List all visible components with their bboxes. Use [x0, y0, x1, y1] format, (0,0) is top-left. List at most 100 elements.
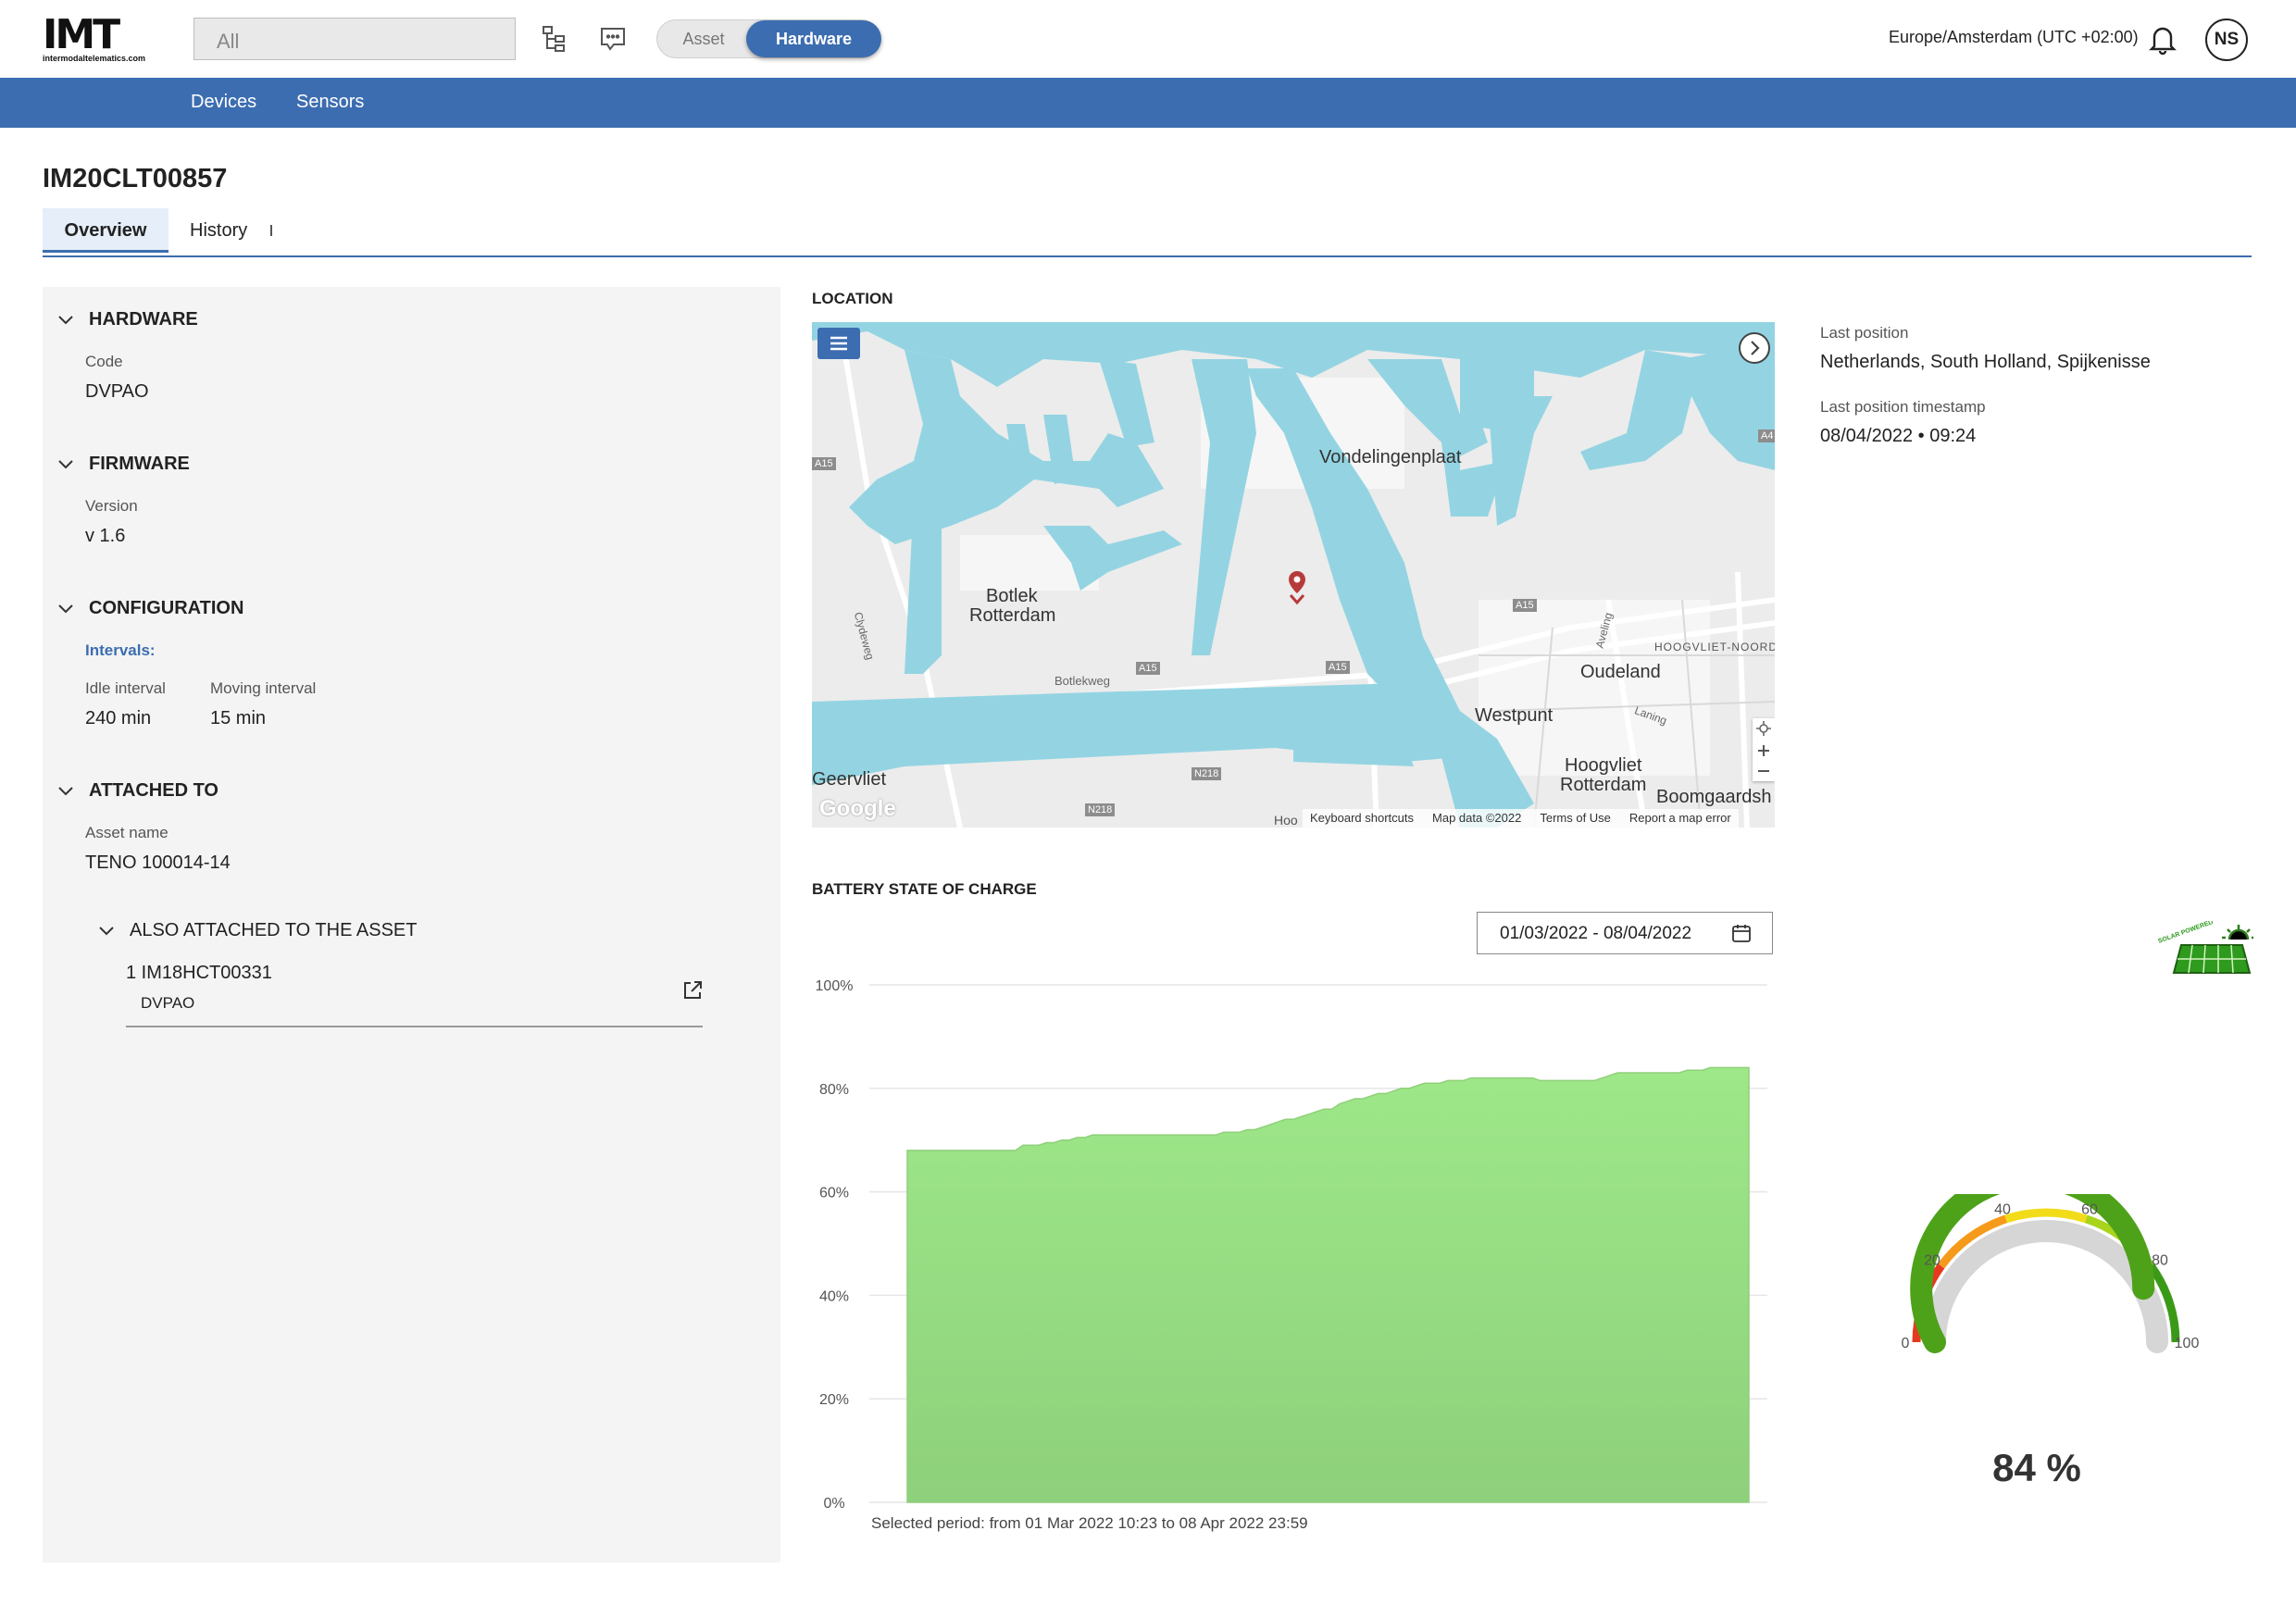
asset-name-value: TENO 100014-14	[85, 853, 231, 873]
code-label: Code	[85, 353, 123, 370]
chevron-down-icon	[58, 459, 73, 468]
keyboard-shortcuts-link[interactable]: Keyboard shortcuts	[1310, 811, 1414, 826]
menu-icon	[830, 336, 847, 351]
gauge-color-band	[2004, 1208, 2088, 1224]
hardware-section-toggle[interactable]: HARDWARE	[56, 309, 198, 330]
search-input[interactable]: All	[193, 18, 516, 60]
location-title: LOCATION	[812, 290, 893, 307]
attached-section-toggle[interactable]: ATTACHED TO	[56, 780, 218, 802]
map-label-boomgaard: Boomgaardsh	[1656, 787, 1772, 807]
configuration-section-toggle[interactable]: CONFIGURATION	[56, 598, 243, 619]
calendar-icon[interactable]	[1731, 923, 1752, 943]
map-menu-button[interactable]	[817, 328, 860, 359]
map-label-botlek: Botlek	[986, 586, 1038, 606]
y-tick-label: 60%	[819, 1186, 849, 1201]
asset-hardware-toggle[interactable]: Asset Hardware	[656, 19, 881, 58]
locate-icon[interactable]	[1755, 720, 1772, 737]
solar-label: SOLAR POWERED	[2157, 921, 2214, 945]
tab-bar: Overview History	[43, 208, 2252, 257]
zoom-in-icon[interactable]	[1755, 742, 1772, 759]
firmware-section-title: FIRMWARE	[89, 454, 190, 474]
moving-interval-label: Moving interval	[210, 679, 317, 697]
firmware-section-toggle[interactable]: FIRMWARE	[56, 454, 190, 475]
map-label-westpunt: Westpunt	[1475, 705, 1554, 726]
map-label-hoo: Hoo	[1274, 813, 1298, 828]
chevron-down-icon	[99, 926, 114, 935]
map-zoom-controls	[1753, 718, 1775, 781]
gauge-tick-label: 80	[2152, 1253, 2168, 1269]
last-position-label: Last position	[1820, 324, 1909, 342]
timezone-selector[interactable]: Europe/Amsterdam (UTC +02:00)	[1889, 28, 2139, 47]
moving-interval-value: 15 min	[210, 708, 267, 728]
selected-period-text: Selected period: from 01 Mar 2022 10:23 …	[871, 1514, 1308, 1532]
attached-section-title: ATTACHED TO	[89, 780, 218, 801]
toggle-asset[interactable]: Asset	[657, 20, 750, 57]
map-label-vondelingenplaat: Vondelingenplaat	[1319, 447, 1462, 467]
idle-interval-value: 240 min	[85, 708, 152, 728]
battery-title: BATTERY STATE OF CHARGE	[812, 880, 1037, 898]
battery-gauge: 0 20 40 60 80 100	[1902, 1194, 2200, 1353]
map-label-hoogvliet: Hoogvliet	[1565, 755, 1642, 776]
map-road-badge: A4	[1758, 429, 1775, 442]
location-pin-icon[interactable]	[1285, 569, 1309, 606]
nav-bar: Devices Sensors	[0, 78, 2296, 128]
hardware-section-title: HARDWARE	[89, 309, 198, 330]
hierarchy-icon[interactable]	[540, 24, 569, 54]
y-tick-label: 40%	[819, 1288, 849, 1304]
nav-devices[interactable]: Devices	[191, 92, 256, 113]
attached-device-name: 1 IM18HCT00331	[126, 963, 272, 983]
map-label-oudeland: Oudeland	[1580, 662, 1661, 682]
version-value: v 1.6	[85, 526, 126, 546]
nav-sensors[interactable]: Sensors	[296, 92, 364, 113]
toggle-hardware[interactable]: Hardware	[746, 20, 881, 57]
chat-icon[interactable]	[598, 24, 628, 54]
map-road-badge: A15	[1326, 661, 1350, 674]
page-title: IM20CLT00857	[43, 164, 228, 193]
details-panel: HARDWARE Code DVPAO FIRMWARE Version v 1…	[43, 287, 780, 1562]
logo-text: IMT	[43, 11, 120, 58]
last-position-value: Netherlands, South Holland, Spijkenisse	[1820, 352, 2151, 372]
location-map[interactable]: Vondelingenplaat Botlek Rotterdam Oudela…	[812, 322, 1775, 828]
chevron-down-icon	[58, 786, 73, 795]
imt-logo[interactable]: IMT intermodaltelematics.com	[43, 11, 154, 64]
tab-divider	[270, 225, 272, 236]
tab-overview[interactable]: Overview	[43, 208, 168, 253]
battery-area-series	[906, 1066, 1750, 1503]
external-link-icon[interactable]	[681, 979, 704, 1002]
chevron-down-icon	[58, 604, 73, 613]
intervals-label: Intervals:	[85, 641, 156, 659]
terms-link[interactable]: Terms of Use	[1540, 811, 1611, 826]
battery-chart: 0% 20% 40% 60% 80% 100%	[816, 978, 1767, 1512]
gauge-tick-label: 0	[1902, 1336, 1910, 1351]
top-bar: IMT intermodaltelematics.com All Asset H…	[0, 0, 2296, 78]
gauge-tick-label: 20	[1924, 1253, 1940, 1269]
date-range-picker[interactable]: 01/03/2022 - 08/04/2022	[1477, 912, 1773, 954]
user-avatar[interactable]: NS	[2205, 19, 2248, 61]
tab-history[interactable]: History	[190, 208, 247, 253]
y-tick-label: 80%	[819, 1082, 849, 1098]
list-item[interactable]: 1 IM18HCT00331 DVPAO	[126, 935, 703, 1027]
map-label-hoogvliet-rotterdam: Rotterdam	[1560, 775, 1647, 795]
zoom-out-icon[interactable]	[1755, 763, 1772, 779]
battery-percentage: 84 %	[1992, 1446, 2081, 1489]
map-label-botlek-rotterdam: Rotterdam	[969, 605, 1056, 626]
chevron-down-icon	[58, 315, 73, 324]
solar-powered-icon: SOLAR POWERED	[2157, 921, 2253, 974]
map-label-geervliet: Geervliet	[812, 769, 887, 790]
y-tick-label: 100%	[816, 978, 854, 994]
map-road-badge: A15	[812, 457, 836, 470]
google-logo: Google	[819, 796, 896, 821]
report-error-link[interactable]: Report a map error	[1629, 811, 1731, 826]
date-range-value: 01/03/2022 - 08/04/2022	[1500, 924, 1692, 943]
gauge-tick-label: 100	[2175, 1336, 2200, 1351]
logo-subtext: intermodaltelematics.com	[43, 54, 146, 63]
attached-device-code: DVPAO	[141, 994, 195, 1012]
configuration-section-title: CONFIGURATION	[89, 598, 244, 618]
idle-interval-label: Idle interval	[85, 679, 166, 697]
map-label-hoogvliet-noord: HOOGVLIET-NOORD	[1654, 641, 1775, 653]
map-road-badge: N218	[1192, 767, 1222, 780]
map-next-button[interactable]	[1738, 331, 1771, 365]
map-road-badge: A15	[1136, 662, 1160, 675]
map-data-text: Map data ©2022	[1432, 811, 1522, 825]
bell-icon[interactable]	[2146, 22, 2179, 56]
